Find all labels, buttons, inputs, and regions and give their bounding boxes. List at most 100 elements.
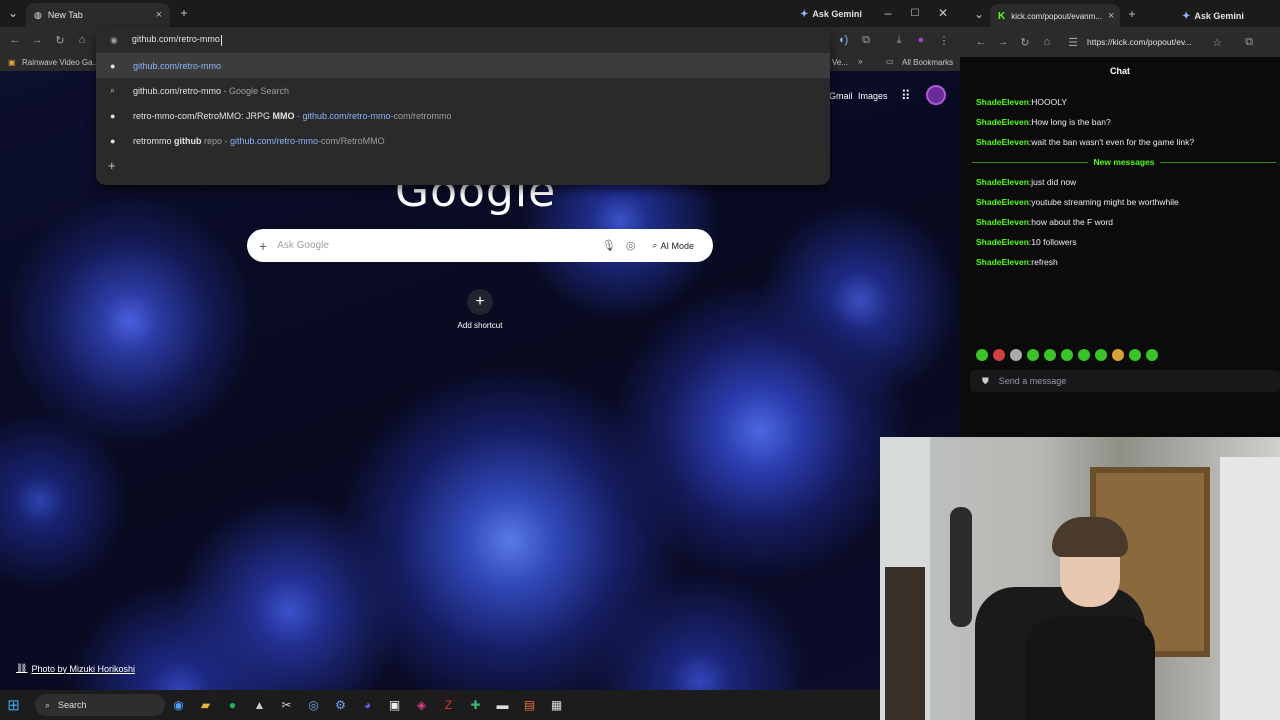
chat-username[interactable]: ShadeEleven <box>976 137 1029 147</box>
reload-icon[interactable]: ↻ <box>51 31 69 49</box>
chevron-right-icon[interactable]: » <box>858 57 862 66</box>
chat-username[interactable]: ShadeEleven <box>976 217 1029 227</box>
address-bar[interactable]: https://kick.com/popout/ev... <box>1087 37 1192 47</box>
emote-icon[interactable] <box>1129 349 1141 361</box>
bookmark-rainwave[interactable]: Rainwave Video Ga... <box>22 58 99 67</box>
close-window-button[interactable]: ✕ <box>935 5 951 21</box>
new-tab-button[interactable]: + <box>176 5 192 21</box>
omnibox-suggestion[interactable]: ⌕ github.com/retro-mmo - Google Search <box>96 78 830 103</box>
app-icon[interactable]: ✂ <box>273 690 300 720</box>
images-link[interactable]: Images <box>858 91 888 101</box>
plus-icon[interactable]: + <box>259 238 267 254</box>
star-icon[interactable]: ☆ <box>1208 33 1226 51</box>
audio-icon[interactable]: ◖) <box>834 31 852 49</box>
chat-username[interactable]: ShadeEleven <box>976 237 1029 247</box>
chat-username[interactable]: ShadeEleven <box>976 257 1029 267</box>
tab-search-icon[interactable]: ⌄ <box>6 6 20 20</box>
close-tab-icon[interactable]: × <box>156 9 162 21</box>
google-search-box[interactable]: + Ask Google 🎙 ◎ ⌕ AI Mode <box>247 229 713 262</box>
app-icon[interactable]: ▤ <box>516 690 543 720</box>
discord-icon[interactable]: ◕ <box>354 690 381 720</box>
taskbar-search[interactable]: ⌕ Search <box>35 694 165 716</box>
profile-avatar[interactable]: ● <box>912 31 930 49</box>
spotify-icon[interactable]: ● <box>219 690 246 720</box>
chat-browser-window: ⌄ K kick.com/popout/evanm... × + ✦ Ask G… <box>960 0 1280 437</box>
bookmark-partial[interactable]: Ve... <box>832 58 848 67</box>
app-icon[interactable]: ▣ <box>381 690 408 720</box>
add-shortcut[interactable]: + Add shortcut <box>456 289 504 330</box>
maximize-button[interactable]: ☐ <box>907 5 923 21</box>
emote-icon[interactable] <box>1027 349 1039 361</box>
app-icon[interactable]: ◈ <box>408 690 435 720</box>
home-icon[interactable]: ⌂ <box>1038 33 1056 51</box>
app-icon[interactable]: ⚙ <box>327 690 354 720</box>
app-icon[interactable]: ▲ <box>246 690 273 720</box>
chat-username[interactable]: ShadeEleven <box>976 97 1029 107</box>
emote-icon[interactable] <box>1061 349 1073 361</box>
home-icon[interactable]: ⌂ <box>73 31 91 49</box>
emote-icon[interactable] <box>1044 349 1056 361</box>
window-light <box>1220 457 1280 720</box>
close-tab-icon[interactable]: × <box>1108 10 1114 22</box>
file-explorer-icon[interactable]: ▰ <box>192 690 219 720</box>
forward-icon[interactable]: → <box>28 31 46 49</box>
chat-username[interactable]: ShadeEleven <box>976 117 1029 127</box>
forward-icon[interactable]: → <box>994 33 1012 51</box>
ai-mode-button[interactable]: ⌕ AI Mode <box>645 237 701 254</box>
minimize-button[interactable]: – <box>880 5 896 21</box>
chrome-icon[interactable]: ◉ <box>165 690 192 720</box>
suggestion-text: -com/retrommo <box>390 110 452 121</box>
gmail-link[interactable]: Gmail <box>829 91 853 101</box>
site-info-icon: ◉ <box>110 34 118 45</box>
emote-icon[interactable] <box>993 349 1005 361</box>
emote-icon[interactable] <box>1095 349 1107 361</box>
omnibox-suggestion[interactable]: ● retrommo github repo - github.com/retro… <box>96 128 830 153</box>
chat-text: wait the ban wasn't even for the game li… <box>1031 137 1195 147</box>
site-settings-icon[interactable]: ☰ <box>1064 33 1082 51</box>
kick-icon: K <box>998 10 1006 22</box>
emote-icon[interactable] <box>1078 349 1090 361</box>
app-icon[interactable]: ▬ <box>489 690 516 720</box>
all-bookmarks[interactable]: All Bookmarks <box>902 58 953 67</box>
chat-username[interactable]: ShadeEleven <box>976 197 1029 207</box>
omnibox-suggestion[interactable]: ● retro-mmo-com/RetroMMO: JRPG MMO - gith… <box>96 103 830 128</box>
new-tab-button[interactable]: + <box>1124 6 1140 22</box>
emote-icon[interactable] <box>1112 349 1124 361</box>
chat-message: ShadeEleven: how about the F word <box>976 212 1276 232</box>
emote-icon[interactable] <box>1146 349 1158 361</box>
apps-grid-icon[interactable]: ⠿ <box>901 88 911 104</box>
tab-new-tab[interactable]: ◍ New Tab × <box>26 3 170 27</box>
chat-text: youtube streaming might be worthwhile <box>1031 197 1179 207</box>
ask-gemini-button[interactable]: ✦ Ask Gemini <box>1182 8 1244 24</box>
ask-gemini-button[interactable]: ✦ Ask Gemini <box>800 6 862 22</box>
extensions-icon[interactable]: ⧉ <box>857 31 875 49</box>
back-icon[interactable]: ← <box>6 31 24 49</box>
steam-icon[interactable]: ◎ <box>300 690 327 720</box>
chat-input[interactable]: ⛊ Send a message <box>970 370 1280 392</box>
emote-icon[interactable] <box>1010 349 1022 361</box>
account-avatar[interactable] <box>926 85 946 105</box>
github-icon: ● <box>110 110 116 121</box>
back-icon[interactable]: ← <box>972 33 990 51</box>
filezilla-icon[interactable]: Z <box>435 690 462 720</box>
tab-kick-popout[interactable]: K kick.com/popout/evanm... × <box>990 4 1120 28</box>
app-icon[interactable]: ▦ <box>543 690 570 720</box>
omnibox-input[interactable]: ◉ github.com/retro-mmo <box>96 28 830 52</box>
omnibox-suggestion[interactable]: ● github.com/retro-mmo <box>96 53 830 78</box>
tab-search-icon[interactable]: ⌄ <box>972 7 986 21</box>
add-plus-icon[interactable]: + <box>108 158 116 173</box>
chat-username[interactable]: ShadeEleven <box>976 177 1029 187</box>
windows-start-icon[interactable]: ⊞ <box>0 690 27 720</box>
photo-credit[interactable]: ⛓ Photo by Mizuki Horikoshi <box>16 663 135 674</box>
shelf <box>885 567 925 720</box>
app-icon[interactable]: ✚ <box>462 690 489 720</box>
extensions-icon[interactable]: ⧉ <box>1240 33 1258 51</box>
lens-icon[interactable]: ◎ <box>626 239 636 252</box>
reload-icon[interactable]: ↻ <box>1016 33 1034 51</box>
menu-icon[interactable]: ⋮ <box>935 31 953 49</box>
download-icon[interactable]: ⤓ <box>890 31 908 49</box>
webcam-feed <box>880 437 1280 720</box>
mic-icon[interactable]: 🎙 <box>602 239 616 252</box>
folder-icon: ▭ <box>886 57 894 66</box>
emote-icon[interactable] <box>976 349 988 361</box>
